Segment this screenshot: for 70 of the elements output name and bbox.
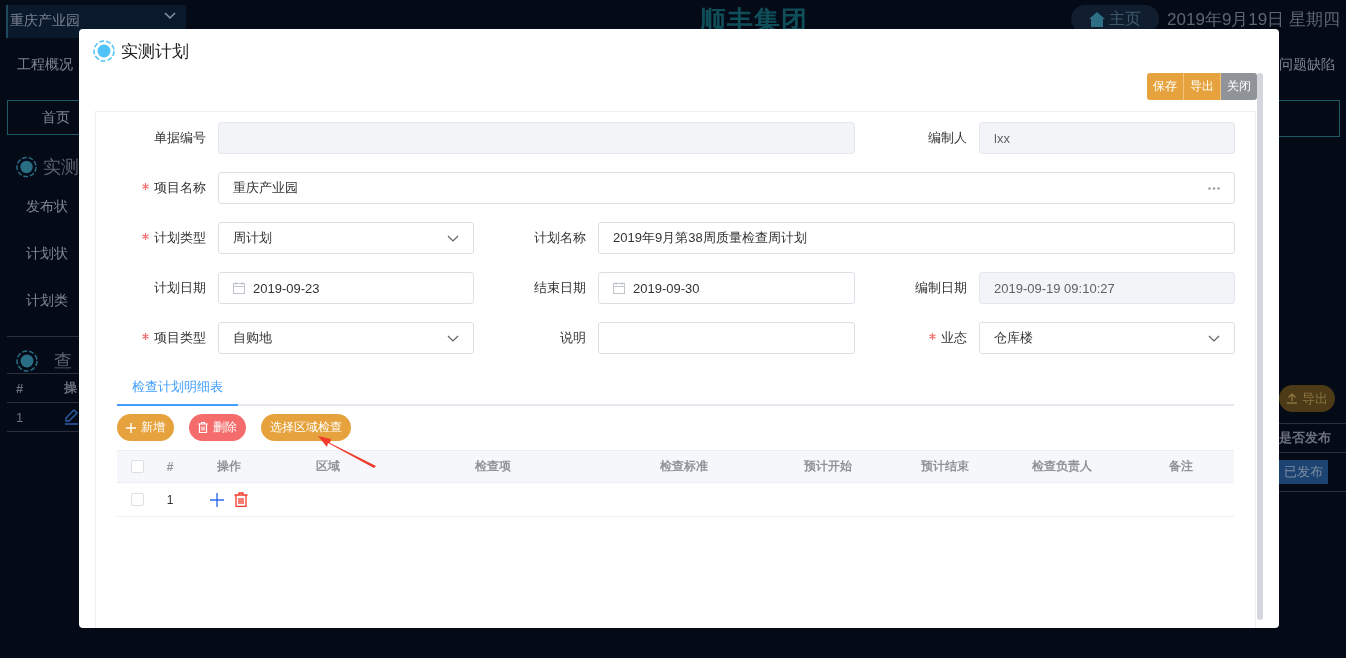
action-button[interactable]: 删除	[189, 414, 246, 441]
section-title: 查	[54, 350, 72, 373]
field-label: 计划名称	[534, 229, 586, 247]
status-badge: 已发布	[1279, 460, 1328, 484]
required-icon	[929, 333, 936, 340]
input-field[interactable]: 重庆产业园	[218, 172, 1235, 204]
input-field[interactable]	[598, 322, 855, 354]
column-header: 检查项	[474, 458, 512, 475]
column-header: 预计结束	[920, 458, 970, 475]
dialog-title: 实测计划	[121, 40, 189, 63]
column-header: 区域	[315, 458, 341, 475]
chevron-down-icon	[1208, 334, 1220, 342]
checkbox[interactable]	[130, 493, 144, 506]
radio-icon	[93, 40, 115, 62]
required-icon	[142, 233, 149, 240]
required-icon	[142, 183, 149, 190]
toolbar-button[interactable]: 关闭	[1221, 73, 1257, 100]
pencil-icon[interactable]	[64, 409, 79, 425]
home-icon	[1089, 11, 1106, 27]
calendar-icon	[233, 282, 245, 294]
column-header: 检查负责人	[1031, 458, 1093, 475]
field-label: 说明	[560, 329, 586, 347]
field-label: 项目类型	[142, 329, 206, 347]
more-icon	[1208, 186, 1220, 190]
filter-label: 计划类	[26, 292, 69, 310]
field-label: 计划日期	[154, 279, 206, 297]
calendar-icon	[613, 282, 625, 294]
date-field[interactable]: 2019-09-30	[598, 272, 855, 304]
chevron-down-icon	[447, 234, 459, 242]
row-number: 1	[165, 491, 175, 509]
date-field[interactable]: 2019-09-23	[218, 272, 474, 304]
trash-icon	[198, 422, 208, 433]
radio-icon	[16, 156, 37, 178]
upload-icon	[1286, 393, 1297, 404]
select-field[interactable]: 周计划	[218, 222, 474, 254]
column-header: 操	[64, 379, 77, 397]
field-label: 编制日期	[915, 279, 967, 297]
field-label: 项目名称	[142, 179, 206, 197]
select-field[interactable]: 仓库楼	[979, 322, 1235, 354]
scrollbar[interactable]	[1257, 73, 1263, 620]
chevron-down-icon	[447, 334, 459, 342]
column-header: 操作	[216, 458, 242, 475]
row-number: 1	[16, 409, 25, 425]
filter-label: 发布状	[26, 198, 69, 216]
chevron-down-icon	[164, 12, 176, 20]
required-icon	[142, 333, 149, 340]
filter-label: 计划状	[26, 245, 69, 263]
column-header: #	[16, 380, 25, 396]
field-label: 计划类型	[142, 229, 206, 247]
plus-icon	[126, 422, 136, 433]
field-label: 业态	[929, 329, 967, 347]
column-header: #	[165, 458, 175, 476]
checkbox[interactable]	[130, 460, 144, 473]
input-field[interactable]: 2019年9月第38周质量检查周计划	[598, 222, 1235, 254]
section-title: 实测	[43, 156, 79, 179]
trash-icon[interactable]	[234, 492, 248, 507]
date-text: 2019年9月19日 星期四	[1167, 8, 1340, 31]
field-label: 结束日期	[534, 279, 586, 297]
nav-item[interactable]: 问题缺陷	[1279, 56, 1346, 76]
field-label: 编制人	[928, 129, 967, 147]
column-header: 备注	[1167, 458, 1194, 475]
tab[interactable]: 检查计划明细表	[117, 378, 238, 406]
radio-icon	[16, 350, 38, 372]
field-label: 单据编号	[154, 129, 206, 147]
nav-item[interactable]: 工程概况	[17, 56, 79, 76]
column-header: 是否发布	[1279, 429, 1332, 447]
column-header: 检查标准	[659, 458, 709, 475]
column-header: 预计开始	[803, 458, 853, 475]
select-field[interactable]: 自购地	[218, 322, 474, 354]
plus-icon[interactable]	[210, 492, 224, 507]
